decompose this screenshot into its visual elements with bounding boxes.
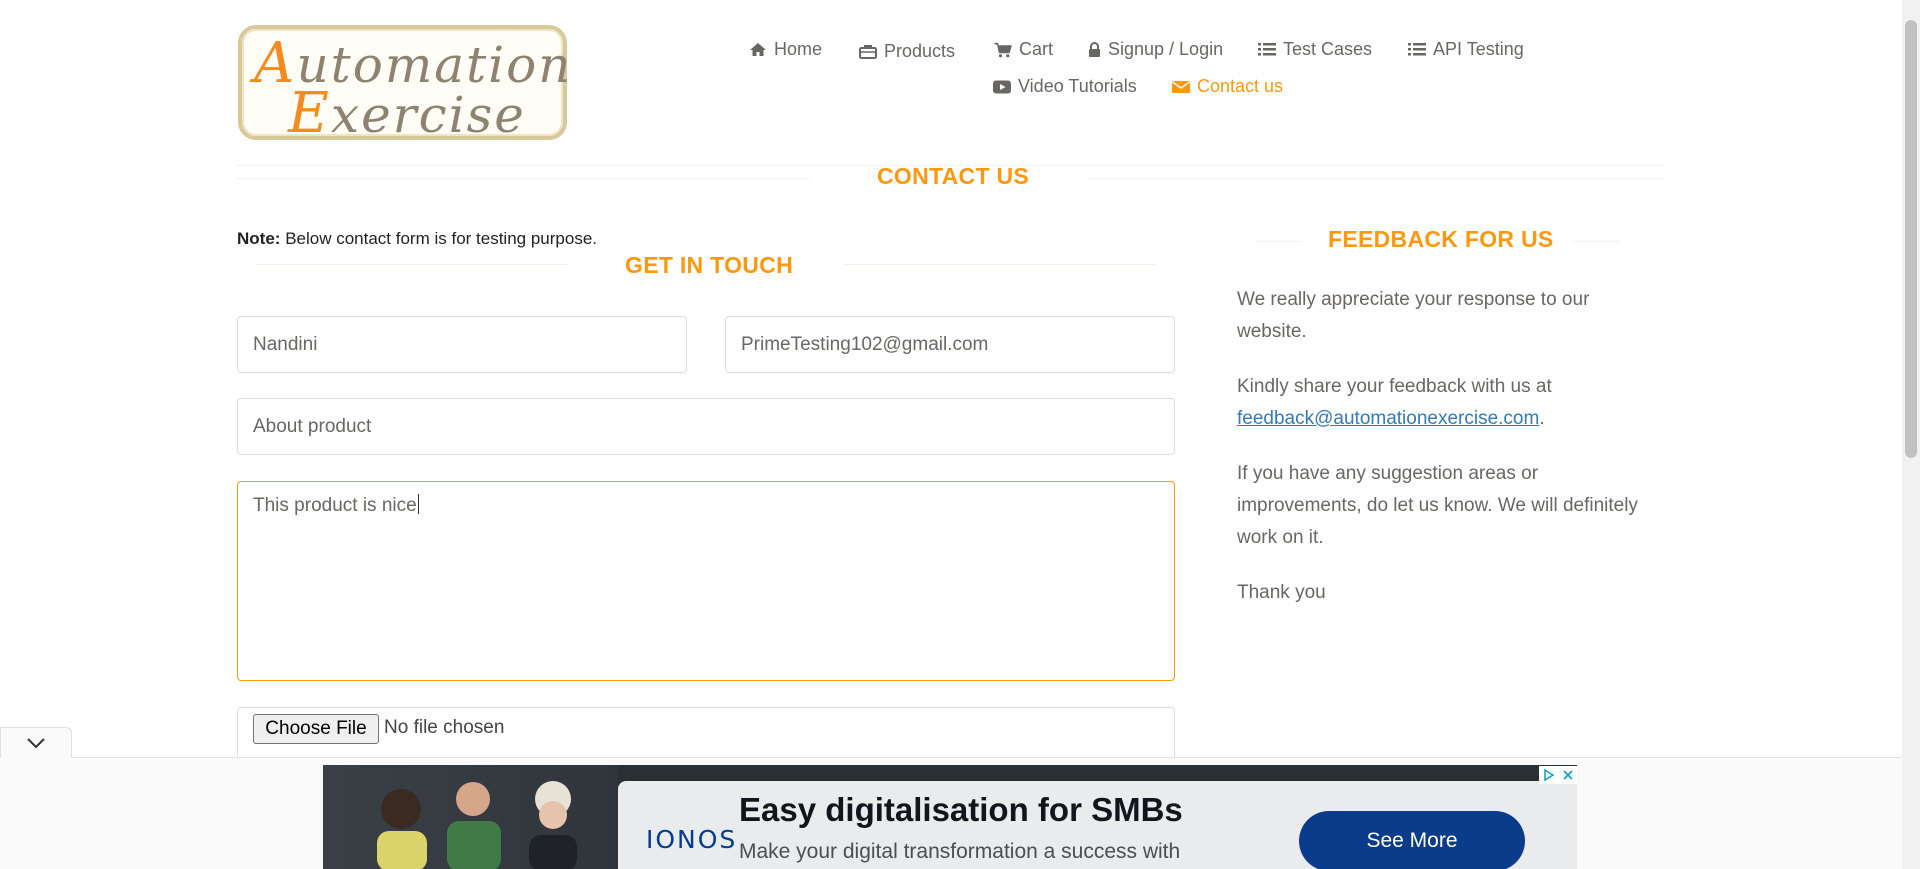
title-line-right [1087,178,1662,179]
briefcase-icon [859,45,877,59]
lock-icon [1089,41,1100,57]
name-input[interactable] [237,316,687,373]
nav-test-cases[interactable]: Test Cases [1258,39,1372,60]
choose-file-button[interactable]: Choose File [253,714,379,744]
nav-cart[interactable]: Cart [994,39,1053,60]
chevron-down-icon [27,738,45,749]
get-in-touch-line-right [843,264,1155,265]
feedback-paragraph-1: We really appreciate your response to ou… [1237,289,1590,342]
nav-contact-us[interactable]: Contact us [1172,76,1283,97]
home-icon [750,43,766,56]
message-text: This product is nice [253,495,417,516]
ad-headline: Easy digitalisation for SMBs [739,791,1183,828]
logo-line-2: Exercise [288,81,526,146]
feedback-paragraph-2: Kindly share your feedback with us at fee… [1237,376,1552,429]
close-icon[interactable] [1562,769,1574,781]
site-logo[interactable]: Automation Exercise [238,25,570,146]
list-icon [1258,43,1276,56]
feedback-email-link[interactable]: feedback@automationexercise.com [1237,408,1539,429]
ad-see-more-button[interactable]: See More [1299,811,1525,869]
form-note: Note: Below contact form is for testing … [237,229,597,248]
scrollbar-thumb[interactable] [1905,20,1917,458]
youtube-play-icon [993,80,1011,93]
text-caret [417,494,419,514]
email-input[interactable] [725,316,1175,373]
ad-banner[interactable]: IONOS Easy digitalisation for SMBs Make … [323,765,1577,869]
message-textarea[interactable]: This product is nice [237,481,1175,681]
get-in-touch-title: GET IN TOUCH [625,252,794,278]
ad-image [323,765,618,869]
title-line-left [237,178,810,179]
feedback-paragraph-4: Thank you [1237,582,1326,603]
ad-brand-logo: IONOS [646,825,738,854]
ad-subtext: Make your digital transformation a succe… [739,840,1181,863]
subject-input[interactable] [237,398,1175,455]
nav-products[interactable]: Products [859,41,955,62]
feedback-title: FEEDBACK FOR US [1328,226,1554,252]
feedback-line-left [1255,241,1300,242]
page-title: CONTACT US [877,163,1030,189]
feedback-paragraph-3: If you have any suggestion areas or impr… [1237,463,1638,548]
ad-collapse-toggle[interactable] [0,727,72,758]
nav-video-tutorials[interactable]: Video Tutorials [993,76,1137,97]
ad-choices-icon [1544,768,1555,782]
envelope-icon [1172,80,1190,93]
nav-signup-login[interactable]: Signup / Login [1088,39,1223,60]
nav-home[interactable]: Home [749,39,822,60]
shopping-cart-icon [994,42,1012,57]
feedback-line-right [1574,241,1619,242]
file-status: No file chosen [384,717,505,738]
list-icon [1408,43,1426,56]
get-in-touch-line-left [255,264,567,265]
ad-choices[interactable] [1539,766,1577,784]
nav-api-testing[interactable]: API Testing [1408,39,1524,60]
